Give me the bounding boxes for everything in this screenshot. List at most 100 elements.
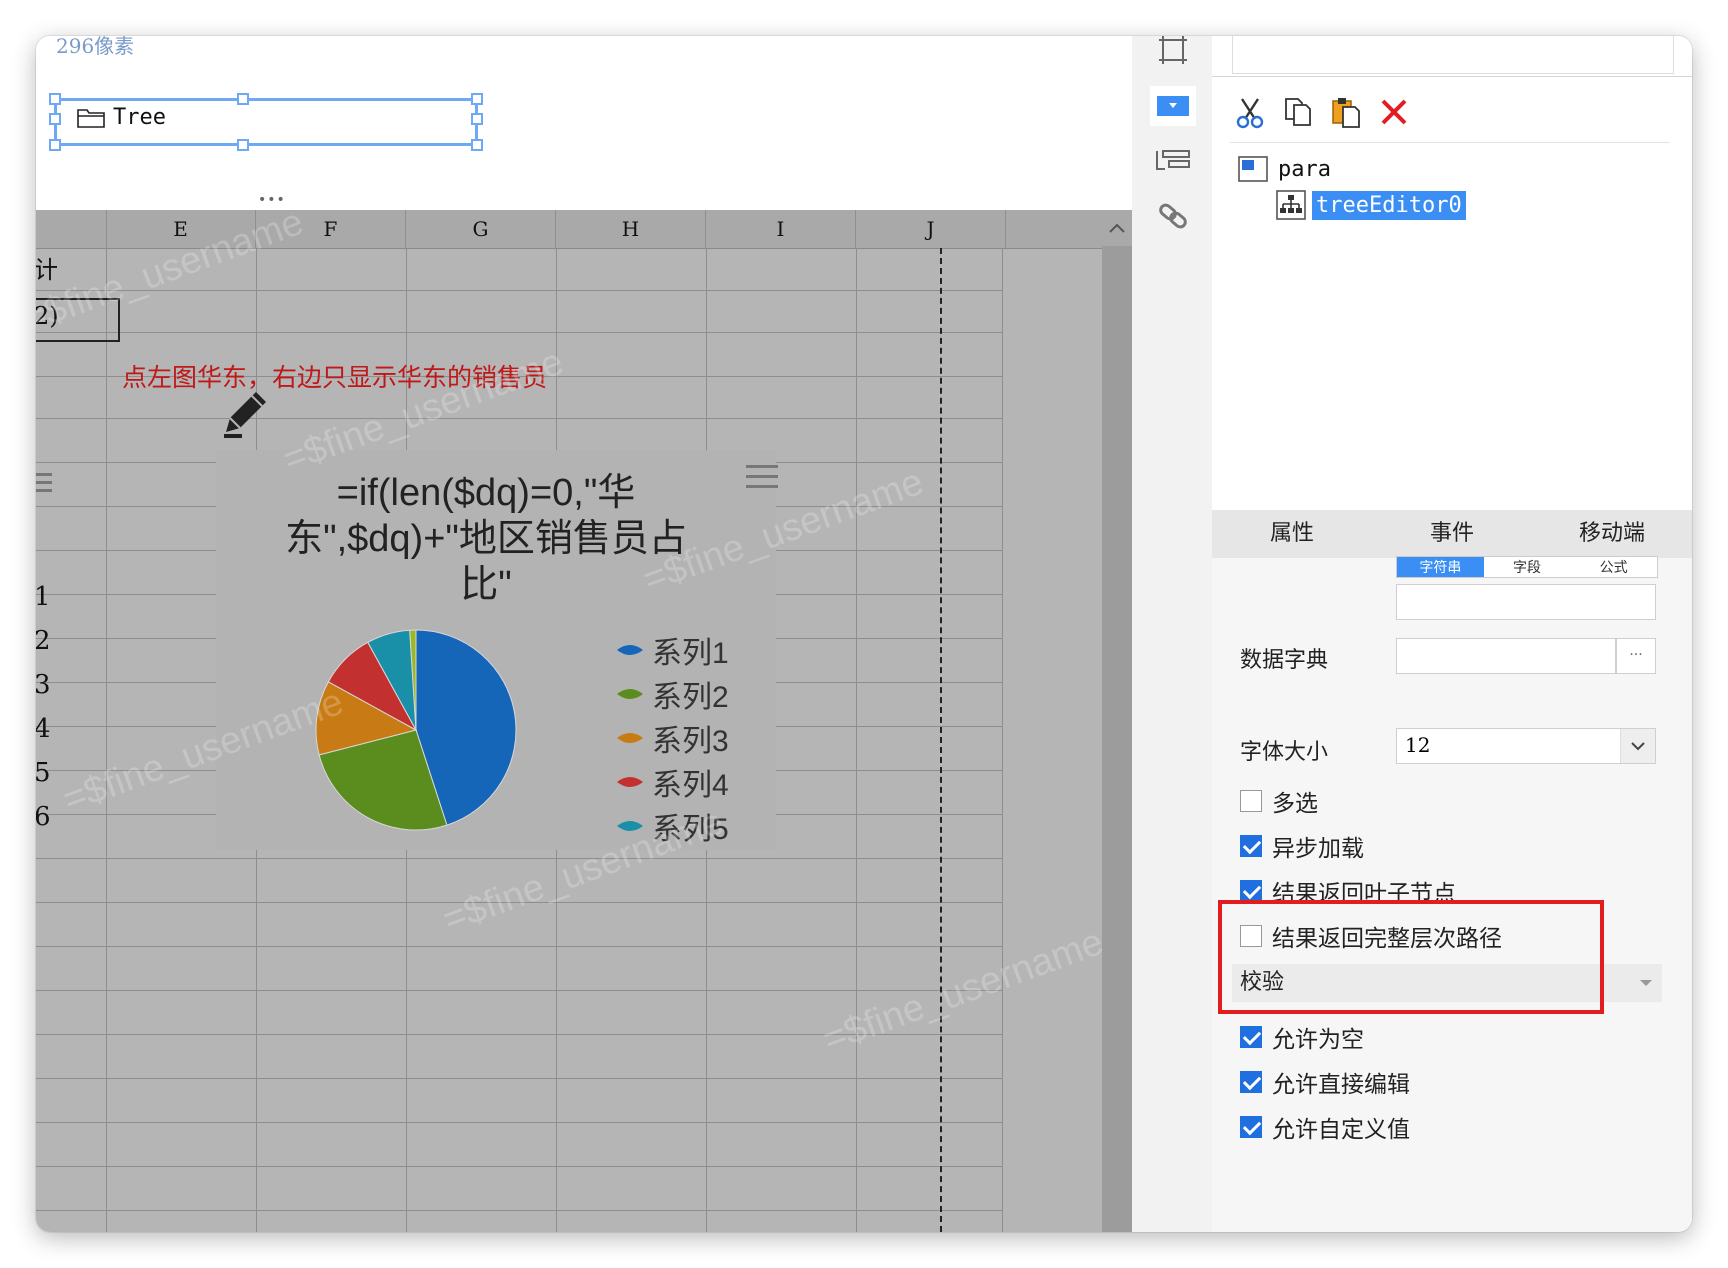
legend-label-1: 系列1 xyxy=(652,637,729,670)
allow-empty-checkbox[interactable]: 允许为空 xyxy=(1240,1020,1364,1054)
legend-label-4: 系列4 xyxy=(652,769,729,802)
page-break-line xyxy=(940,248,942,1232)
frame-icon xyxy=(1159,36,1187,64)
frame-tool[interactable] xyxy=(1150,36,1196,70)
paste-icon xyxy=(1332,98,1360,128)
tree-structure-icon xyxy=(1276,190,1306,220)
font-size-select[interactable]: 12 xyxy=(1396,728,1656,764)
checkbox-allow-direct-edit[interactable] xyxy=(1240,1071,1262,1093)
segment-string[interactable]: 字符串 xyxy=(1397,557,1484,577)
panel-header-box xyxy=(1232,36,1674,74)
tab-events[interactable]: 事件 xyxy=(1372,510,1532,558)
form-icon xyxy=(1238,156,1268,182)
multi-select-label: 多选 xyxy=(1272,791,1318,817)
pencil-icon xyxy=(224,392,266,438)
multi-select-checkbox[interactable]: 多选 xyxy=(1240,784,1318,818)
copy-icon xyxy=(1285,98,1311,126)
properties-panel: para treeEditor0 属性 事件 移动端 字符串 字段 公式 数据字… xyxy=(1212,36,1692,1232)
tree-widget-label: Tree xyxy=(113,105,166,130)
paste-button[interactable] xyxy=(1326,92,1366,132)
segment-field[interactable]: 字段 xyxy=(1484,557,1571,577)
link-tool[interactable] xyxy=(1150,196,1196,236)
allow-custom-value-checkbox[interactable]: 允许自定义值 xyxy=(1240,1110,1410,1144)
chevron-up-icon xyxy=(1109,223,1125,233)
async-load-label: 异步加载 xyxy=(1272,836,1364,862)
cut-icon xyxy=(1236,98,1264,129)
widget-toolstrip xyxy=(1132,36,1212,1232)
row-partial-6: 6 xyxy=(36,802,51,832)
app-window: 296像素 Tree ••• E F G H I J 计 2) 点左图华东，右边… xyxy=(36,36,1692,1232)
splitter-handle[interactable]: ••• xyxy=(258,192,286,208)
pixel-size-label: 296像素 xyxy=(56,36,135,58)
checkbox-return-leaf[interactable] xyxy=(1240,880,1262,902)
dropdown-icon xyxy=(1157,96,1189,116)
tree-node-para[interactable]: para xyxy=(1238,156,1331,182)
checkbox-allow-empty[interactable] xyxy=(1240,1026,1262,1048)
copy-button[interactable] xyxy=(1278,92,1318,132)
tab-mobile[interactable]: 移动端 xyxy=(1532,510,1692,558)
chart-menu-icon[interactable] xyxy=(746,458,778,495)
widget-tree-pane: para treeEditor0 xyxy=(1212,36,1692,512)
segment-formula[interactable]: 公式 xyxy=(1570,557,1657,577)
panel-tabs: 属性 事件 移动端 xyxy=(1212,510,1692,558)
folder-icon xyxy=(77,108,105,128)
legend-item-1[interactable]: 系列1 xyxy=(616,628,729,672)
tab-properties[interactable]: 属性 xyxy=(1212,510,1372,558)
tree-node-treeeditor[interactable]: treeEditor0 xyxy=(1276,190,1466,220)
legend-label-3: 系列3 xyxy=(652,725,729,758)
allow-empty-label: 允许为空 xyxy=(1272,1027,1364,1053)
tree-node-para-label: para xyxy=(1278,156,1331,182)
caret-down-icon xyxy=(1640,980,1652,986)
highlight-annotation-box xyxy=(1218,900,1604,1014)
legend-swatch-3 xyxy=(617,733,643,743)
row-partial-3: 3 xyxy=(36,670,51,700)
delete-icon xyxy=(1381,99,1407,125)
value-input[interactable] xyxy=(1396,584,1656,620)
data-dictionary-label: 数据字典 xyxy=(1240,648,1329,673)
cut-button[interactable] xyxy=(1230,92,1270,132)
allow-direct-edit-label: 允许直接编辑 xyxy=(1272,1072,1410,1098)
scroll-up-button[interactable] xyxy=(1102,210,1132,246)
legend-label-2: 系列2 xyxy=(652,681,729,714)
legend-swatch-2 xyxy=(617,689,643,699)
col-header-j[interactable]: J xyxy=(856,210,1006,248)
pie-chart-svg xyxy=(315,629,517,831)
checkbox-async-load[interactable] xyxy=(1240,835,1262,857)
tree-widget[interactable]: Tree xyxy=(49,93,483,151)
data-dictionary-button[interactable]: ··· xyxy=(1616,638,1656,674)
pie-chart[interactable]: =if(len($dq)=0,"华东",$dq)+"地区销售员占比" 系列1 系列… xyxy=(216,450,776,850)
legend-item-2[interactable]: 系列2 xyxy=(616,672,729,716)
chart-title: =if(len($dq)=0,"华东",$dq)+"地区销售员占比" xyxy=(285,472,687,606)
legend-swatch-1 xyxy=(617,645,643,655)
property-form: 字符串 字段 公式 数据字典 ··· 字体大小 12 多选 异步加载 结果返回叶… xyxy=(1212,556,1692,1232)
legend-item-3[interactable]: 系列3 xyxy=(616,716,729,760)
legend-item-4[interactable]: 系列4 xyxy=(616,760,729,804)
stack-tool[interactable] xyxy=(1150,142,1196,182)
cell-partial-total: 计 xyxy=(36,256,58,284)
row-partial-1: 1 xyxy=(36,582,51,612)
row-partial-5: 5 xyxy=(36,758,51,788)
font-size-value: 12 xyxy=(1405,733,1431,757)
allow-direct-edit-checkbox[interactable]: 允许直接编辑 xyxy=(1240,1065,1410,1099)
dropdown-tool[interactable] xyxy=(1150,86,1196,126)
col-header-g[interactable]: G xyxy=(406,210,556,248)
row-partial-4: 4 xyxy=(36,714,51,744)
vertical-scrollbar[interactable] xyxy=(1102,210,1132,1232)
async-load-checkbox[interactable]: 异步加载 xyxy=(1240,829,1364,863)
data-dictionary-input[interactable] xyxy=(1396,638,1616,674)
font-size-label: 字体大小 xyxy=(1240,740,1329,765)
left-chart-menu-icon[interactable] xyxy=(36,468,52,497)
col-header-i[interactable]: I xyxy=(706,210,856,248)
checkbox-multi-select[interactable] xyxy=(1240,790,1262,812)
stack-icon xyxy=(1156,150,1190,170)
chevron-down-icon xyxy=(1631,742,1645,751)
col-header-h[interactable]: H xyxy=(556,210,706,248)
delete-button[interactable] xyxy=(1374,92,1414,132)
row-partial-2: 2 xyxy=(36,626,51,656)
design-canvas[interactable]: 296像素 Tree xyxy=(36,36,1132,190)
checkbox-allow-custom-value[interactable] xyxy=(1240,1116,1262,1138)
value-type-segment[interactable]: 字符串 字段 公式 xyxy=(1396,556,1658,578)
spreadsheet-area[interactable]: E F G H I J 计 2) 点左图华东，右边只显示华东的销售员 1 2 3… xyxy=(36,210,1102,1232)
legend-swatch-4 xyxy=(617,777,643,787)
allow-custom-value-label: 允许自定义值 xyxy=(1272,1117,1410,1143)
